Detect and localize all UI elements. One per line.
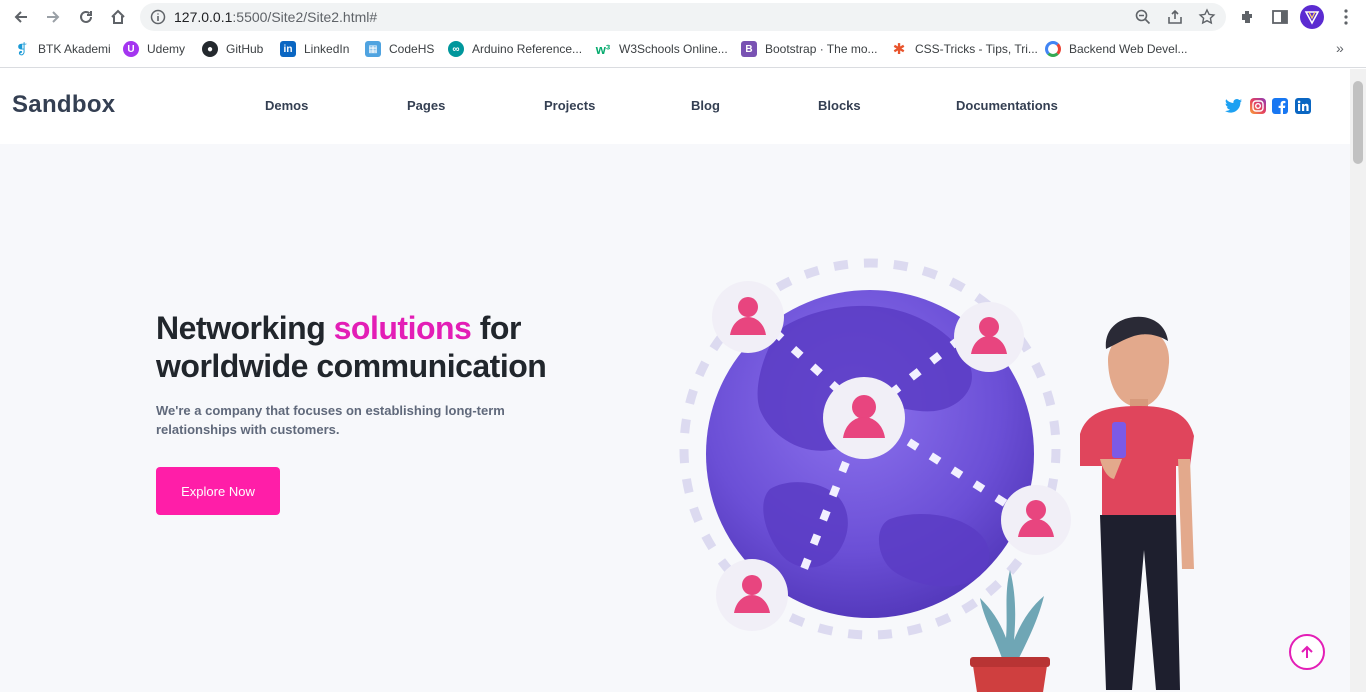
bookmark-label: GitHub [226, 42, 264, 56]
user-node [823, 377, 905, 459]
hero-subtitle: We're a company that focuses on establis… [156, 403, 505, 437]
extensions-icon[interactable] [1238, 7, 1258, 27]
arrow-up-icon [1301, 645, 1313, 658]
profile-icon [1304, 11, 1320, 25]
back-button[interactable] [9, 5, 33, 29]
nav-blog[interactable]: Blog [691, 98, 720, 113]
github-icon: ● [202, 41, 218, 57]
reload-icon [80, 10, 92, 23]
url-path: :5500/Site2/Site2.html# [232, 9, 378, 25]
bookmark-backend[interactable]: Backend Web Devel... [1045, 39, 1188, 59]
forward-button[interactable] [41, 5, 65, 29]
plant-pot [970, 570, 1050, 692]
home-icon [111, 9, 125, 24]
bookmark-label: CodeHS [389, 42, 435, 56]
hero-title-part1: Networking [156, 310, 334, 346]
star-icon[interactable] [1198, 8, 1216, 26]
explore-now-button[interactable]: Explore Now [156, 467, 280, 515]
bookmark-bootstrap[interactable]: B Bootstrap · The mo... [741, 39, 878, 59]
side-panel-icon[interactable] [1270, 7, 1290, 27]
bookmark-udemy[interactable]: U Udemy [123, 39, 185, 59]
btk-icon: ❡ [16, 40, 28, 57]
bookmark-linkedin[interactable]: in LinkedIn [280, 39, 349, 59]
share-icon[interactable] [1166, 8, 1184, 26]
bookmark-arduino[interactable]: ∞ Arduino Reference... [448, 39, 582, 59]
arrow-right-icon [47, 11, 60, 23]
w3schools-icon: w³ [595, 41, 611, 57]
bookmark-csstricks[interactable]: ✱ CSS-Tricks - Tips, Tri... [891, 39, 1038, 59]
csstricks-icon: ✱ [892, 41, 906, 58]
bookmark-label: BTK Akademi [38, 42, 111, 56]
networking-illustration [679, 258, 1194, 692]
url-text: 127.0.0.1:5500/Site2/Site2.html# [174, 9, 377, 25]
browser-toolbar: 127.0.0.1:5500/Site2/Site2.html# [0, 0, 1366, 34]
scroll-to-top-button[interactable] [1289, 634, 1325, 670]
bookmark-github[interactable]: ● GitHub [202, 39, 263, 59]
bookmark-label: W3Schools Online... [619, 42, 728, 56]
page-scrollbar[interactable] [1350, 69, 1366, 692]
hero-title: Networking solutions for worldwide commu… [156, 309, 547, 385]
bootstrap-icon: B [741, 41, 757, 57]
bookmark-btk[interactable]: ❡ BTK Akademi [14, 39, 111, 59]
codehs-icon: ▦ [365, 41, 381, 57]
site-header: Sandbox Demos Pages Projects Blog Blocks… [0, 69, 1350, 144]
person-figure [1080, 316, 1194, 690]
bookmark-label: LinkedIn [304, 42, 350, 56]
bookmark-w3schools[interactable]: w³ W3Schools Online... [595, 39, 728, 59]
profile-avatar[interactable] [1300, 5, 1324, 29]
bookmarks-bar: ❡ BTK Akademi U Udemy ● GitHub in LinkedIn ▦… [0, 37, 1366, 61]
udemy-icon: U [123, 41, 139, 57]
bookmarks-overflow-icon[interactable]: » [1336, 40, 1344, 56]
user-node [716, 559, 788, 631]
nav-blocks[interactable]: Blocks [818, 98, 861, 113]
nav-projects[interactable]: Projects [544, 98, 595, 113]
site-info-icon[interactable] [150, 9, 166, 25]
bookmark-label: Backend Web Devel... [1069, 42, 1188, 56]
linkedin-icon[interactable] [1295, 98, 1311, 114]
home-button[interactable] [106, 5, 130, 29]
bookmark-codehs[interactable]: ▦ CodeHS [365, 39, 434, 59]
bookmark-label: Udemy [147, 42, 186, 56]
url-host: 127.0.0.1 [174, 9, 233, 25]
arduino-icon: ∞ [448, 41, 464, 57]
nav-demos[interactable]: Demos [265, 98, 308, 113]
google-icon [1045, 41, 1061, 57]
twitter-icon[interactable] [1225, 98, 1243, 114]
bookmark-label: Arduino Reference... [472, 42, 583, 56]
browser-chrome: 127.0.0.1:5500/Site2/Site2.html# ❡ BTK Ak… [0, 0, 1366, 68]
user-node [712, 281, 784, 353]
arrow-left-icon [14, 11, 27, 23]
zoom-icon[interactable] [1134, 8, 1152, 26]
facebook-icon[interactable] [1272, 98, 1288, 114]
reload-button[interactable] [74, 5, 98, 29]
nav-pages[interactable]: Pages [407, 98, 445, 113]
user-node [954, 302, 1024, 372]
address-bar[interactable]: 127.0.0.1:5500/Site2/Site2.html# [140, 3, 1226, 31]
linkedin-icon: in [280, 41, 296, 57]
site-logo[interactable]: Sandbox [12, 91, 115, 119]
hero-title-line2: worldwide communication [156, 348, 547, 384]
scrollbar-thumb[interactable] [1353, 81, 1363, 164]
hero-title-part2: for [471, 310, 522, 346]
bookmark-label: Bootstrap · The mo... [765, 42, 878, 56]
page-viewport: Sandbox Demos Pages Projects Blog Blocks… [0, 69, 1350, 692]
user-node [1001, 485, 1071, 555]
nav-documentations[interactable]: Documentations [956, 98, 1058, 113]
hero-title-accent: solutions [333, 310, 472, 346]
instagram-icon[interactable] [1250, 98, 1266, 114]
more-vert-icon[interactable] [1338, 8, 1354, 26]
bookmark-label: CSS-Tricks - Tips, Tri... [915, 42, 1038, 56]
